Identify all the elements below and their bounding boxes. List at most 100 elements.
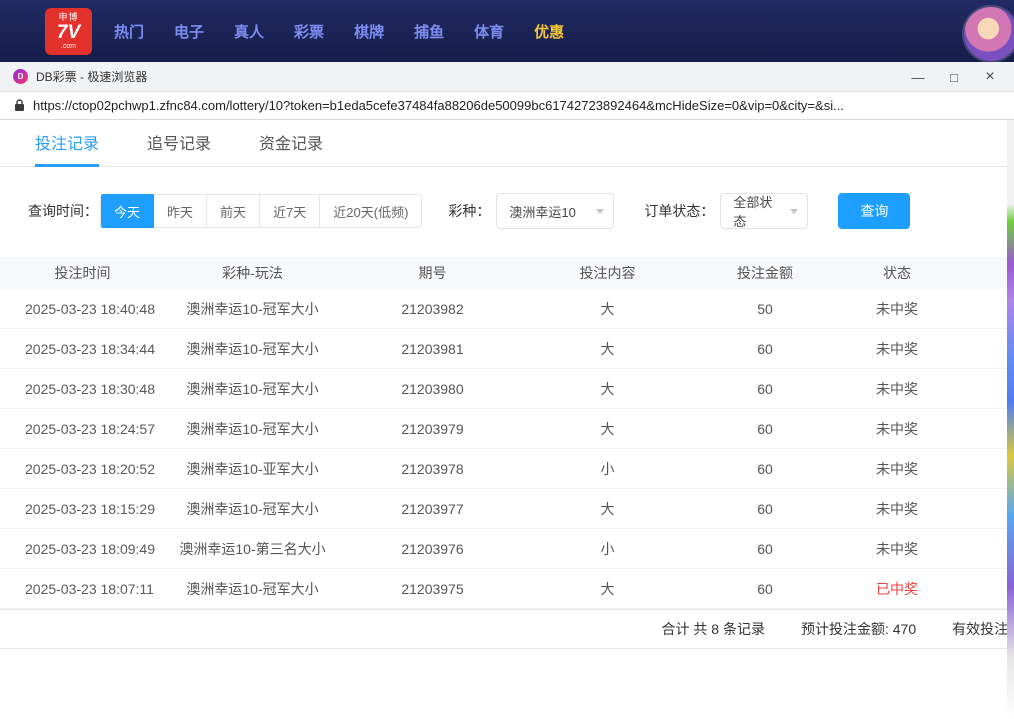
bet-time-cell: 2025-03-23 18:30:48: [0, 369, 165, 408]
issue-number-cell: 21203981: [340, 329, 525, 368]
promo-top-bar: 申博 7V .com 热门 电子 真人 彩票 棋牌 捕鱼 体育 优惠: [0, 0, 1014, 62]
game-play-cell: 澳洲幸运10-亚军大小: [165, 449, 340, 488]
tab-chase-records[interactable]: 追号记录: [147, 120, 211, 167]
lottery-select[interactable]: 澳洲幸运10: [496, 193, 614, 229]
bet-amount-cell: 60: [690, 329, 840, 368]
chevron-down-icon: [790, 209, 798, 214]
time-filter-option-3[interactable]: 近7天: [260, 194, 320, 228]
order-status-label: 订单状态：: [644, 201, 714, 221]
bet-amount-cell: 60: [690, 409, 840, 448]
bet-records-table: 投注时间彩种-玩法期号投注内容投注金额状态 2025-03-23 18:40:4…: [0, 257, 1014, 649]
table-row: 2025-03-23 18:30:48澳洲幸运10-冠军大小21203980大6…: [0, 369, 1014, 409]
table-row: 2025-03-23 18:34:44澳洲幸运10-冠军大小21203981大6…: [0, 329, 1014, 369]
table-row: 2025-03-23 18:20:52澳洲幸运10-亚军大小21203978小6…: [0, 449, 1014, 489]
time-filter-option-4[interactable]: 近20天(低频): [320, 194, 422, 228]
tab-bar: 投注记录 追号记录 资金记录: [0, 120, 1014, 167]
time-filter-option-0[interactable]: 今天: [100, 194, 154, 228]
status-cell: 未中奖: [840, 289, 1014, 328]
bet-amount-cell: 60: [690, 529, 840, 568]
issue-number-cell: 21203975: [340, 569, 525, 608]
table-row: 2025-03-23 18:15:29澳洲幸运10-冠军大小21203977大6…: [0, 489, 1014, 529]
nav-item-hot[interactable]: 热门: [114, 21, 144, 42]
game-play-cell: 澳洲幸运10-冠军大小: [165, 369, 340, 408]
record-count: 合计 共 8 条记录: [662, 619, 765, 639]
bet-amount-cell: 60: [690, 449, 840, 488]
bet-content-cell: 大: [525, 409, 690, 448]
game-play-cell: 澳洲幸运10-冠军大小: [165, 329, 340, 368]
expected-bet-amount: 预计投注金额: 470: [801, 619, 916, 639]
bet-time-cell: 2025-03-23 18:20:52: [0, 449, 165, 488]
close-button[interactable]: ×: [972, 62, 1008, 92]
status-cell: 已中奖: [840, 569, 1014, 608]
logo-top-text: 申博: [58, 13, 78, 22]
table-body: 2025-03-23 18:40:48澳洲幸运10-冠军大小21203982大5…: [0, 289, 1014, 609]
screen: 申博 7V .com 热门 电子 真人 彩票 棋牌 捕鱼 体育 优惠 D DB彩票 - 极速浏…: [0, 0, 1014, 719]
bet-content-cell: 大: [525, 289, 690, 328]
bet-time-cell: 2025-03-23 18:07:11: [0, 569, 165, 608]
issue-number-cell: 21203977: [340, 489, 525, 528]
tab-bet-records[interactable]: 投注记录: [35, 120, 99, 167]
time-filter-group: 今天昨天前天近7天近20天(低频): [100, 194, 422, 228]
game-play-cell: 澳洲幸运10-冠军大小: [165, 569, 340, 608]
table-header-5: 状态: [840, 257, 1014, 289]
lock-icon: [14, 99, 25, 112]
nav-item-promo[interactable]: 优惠: [534, 21, 564, 42]
tab-fund-records[interactable]: 资金记录: [259, 120, 323, 167]
status-cell: 未中奖: [840, 369, 1014, 408]
chevron-down-icon: [596, 209, 604, 214]
window-controls: — □ ×: [900, 62, 1008, 92]
lottery-label: 彩种：: [448, 201, 490, 221]
bet-content-cell: 大: [525, 329, 690, 368]
time-filter-option-2[interactable]: 前天: [207, 194, 260, 228]
bet-time-cell: 2025-03-23 18:15:29: [0, 489, 165, 528]
brand-logo[interactable]: 申博 7V .com: [45, 8, 92, 55]
browser-title-bar: D DB彩票 - 极速浏览器 — □ ×: [0, 62, 1014, 92]
nav-item-lottery[interactable]: 彩票: [294, 21, 324, 42]
nav-item-live[interactable]: 真人: [234, 21, 264, 42]
status-cell: 未中奖: [840, 329, 1014, 368]
nav-item-sports[interactable]: 体育: [474, 21, 504, 42]
table-row: 2025-03-23 18:07:11澳洲幸运10-冠军大小21203975大6…: [0, 569, 1014, 609]
bet-amount-cell: 60: [690, 489, 840, 528]
status-cell: 未中奖: [840, 529, 1014, 568]
issue-number-cell: 21203976: [340, 529, 525, 568]
bet-content-cell: 小: [525, 449, 690, 488]
time-filter-label: 查询时间：: [28, 201, 98, 221]
summary-row: 合计 共 8 条记录 预计投注金额: 470 有效投注金额:: [0, 609, 1014, 649]
filter-bar: 查询时间： 今天昨天前天近7天近20天(低频) 彩种： 澳洲幸运10 订单状态：…: [0, 193, 1014, 229]
order-status-select[interactable]: 全部状态: [720, 193, 808, 229]
top-nav-items: 热门 电子 真人 彩票 棋牌 捕鱼 体育 优惠: [114, 21, 564, 42]
minimize-button[interactable]: —: [900, 62, 936, 92]
search-button[interactable]: 查询: [838, 193, 910, 229]
nav-item-fishing[interactable]: 捕鱼: [414, 21, 444, 42]
issue-number-cell: 21203979: [340, 409, 525, 448]
status-cell: 未中奖: [840, 489, 1014, 528]
table-header-4: 投注金额: [690, 257, 840, 289]
order-status-select-value: 全部状态: [733, 192, 781, 230]
time-filter-option-1[interactable]: 昨天: [154, 194, 207, 228]
table-header-2: 期号: [340, 257, 525, 289]
content-sheet: 投注记录 追号记录 资金记录 查询时间： 今天昨天前天近7天近20天(低频) 彩种：…: [0, 120, 1014, 719]
valid-bet-amount: 有效投注金额:: [952, 619, 1014, 639]
table-header-1: 彩种-玩法: [165, 257, 340, 289]
game-play-cell: 澳洲幸运10-第三名大小: [165, 529, 340, 568]
status-cell: 未中奖: [840, 449, 1014, 488]
status-cell: 未中奖: [840, 409, 1014, 448]
bet-time-cell: 2025-03-23 18:40:48: [0, 289, 165, 328]
logo-main-text: 7V: [57, 23, 80, 42]
user-avatar[interactable]: [964, 7, 1014, 61]
nav-item-slots[interactable]: 电子: [174, 21, 204, 42]
issue-number-cell: 21203982: [340, 289, 525, 328]
maximize-button[interactable]: □: [936, 62, 972, 92]
game-play-cell: 澳洲幸运10-冠军大小: [165, 409, 340, 448]
bet-content-cell: 大: [525, 489, 690, 528]
table-header-row: 投注时间彩种-玩法期号投注内容投注金额状态: [0, 257, 1014, 289]
logo-sub-text: .com: [61, 43, 76, 50]
game-play-cell: 澳洲幸运10-冠军大小: [165, 489, 340, 528]
bet-time-cell: 2025-03-23 18:09:49: [0, 529, 165, 568]
bet-content-cell: 大: [525, 569, 690, 608]
nav-item-cards[interactable]: 棋牌: [354, 21, 384, 42]
url-text[interactable]: https://ctop02pchwp1.zfnc84.com/lottery/…: [33, 98, 844, 113]
bet-time-cell: 2025-03-23 18:34:44: [0, 329, 165, 368]
window-title: DB彩票 - 极速浏览器: [36, 68, 147, 85]
